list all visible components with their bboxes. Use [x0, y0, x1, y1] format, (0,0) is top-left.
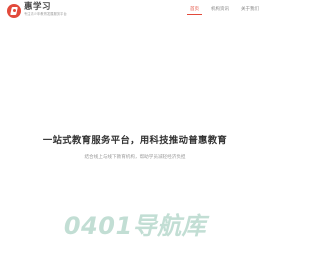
watermark-text: 0401导航库: [63, 212, 207, 240]
brand-slogan: 专注青少年教育发展服务平台: [24, 12, 67, 16]
logo-text: 惠学习 专注青少年教育发展服务平台: [24, 3, 67, 16]
nav-item-about[interactable]: 关于我们: [238, 4, 262, 15]
site-header: 惠学习 专注青少年教育发展服务平台 首页 机构资讯 关于我们: [0, 0, 270, 22]
hero-subtitle: 结合线上与线下教育机构，帮助学员减轻经济负担: [84, 155, 186, 160]
nav-item-news[interactable]: 机构资讯: [208, 4, 232, 15]
page: 惠学习 专注青少年教育发展服务平台 首页 机构资讯 关于我们 一站式教育服务平台…: [0, 0, 270, 265]
hero-title: 一站式教育服务平台，用科技推动普惠教育: [42, 135, 228, 146]
nav-item-home[interactable]: 首页: [187, 4, 202, 15]
main-nav: 首页 机构资讯 关于我们: [181, 4, 262, 15]
brand-name: 惠学习: [24, 2, 52, 12]
logo-icon: [7, 4, 21, 18]
logo[interactable]: 惠学习 专注青少年教育发展服务平台: [7, 3, 67, 18]
